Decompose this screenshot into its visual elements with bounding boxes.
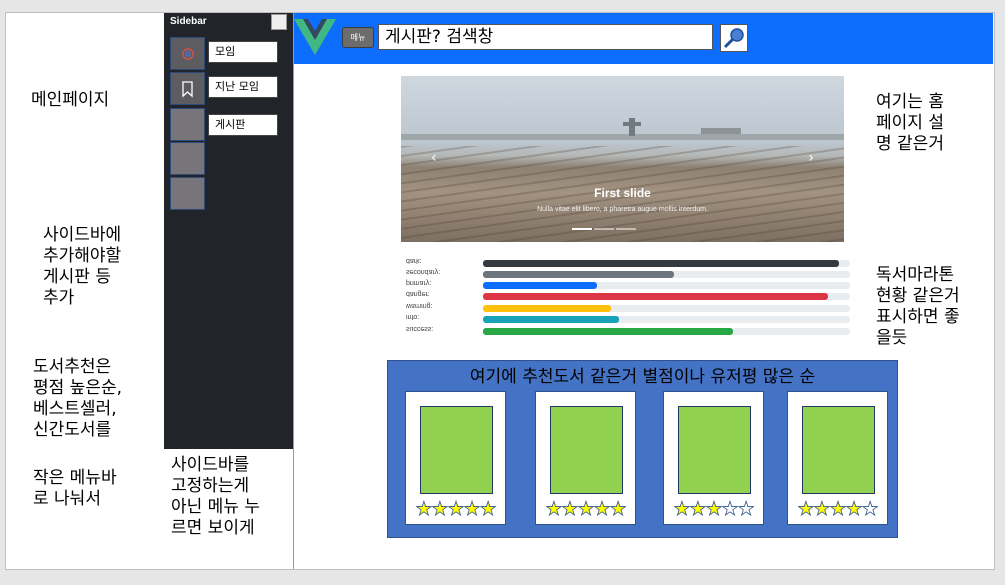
sidebar-item-meeting[interactable]: 모임: [208, 41, 278, 63]
progress-row: dark:: [401, 257, 851, 267]
carousel-indicator[interactable]: [616, 228, 636, 230]
progress-label: warning:: [406, 302, 433, 309]
progress-track: [483, 293, 850, 300]
sidebar-blank-icon-1[interactable]: [170, 142, 205, 175]
progress-fill: [483, 328, 733, 335]
carousel-indicator[interactable]: [594, 228, 614, 230]
carousel-prev-icon[interactable]: ‹: [431, 150, 437, 166]
progress-label: dark:: [406, 257, 422, 264]
menu-button[interactable]: 메뉴: [342, 27, 374, 48]
progress-fill: [483, 260, 839, 267]
meeting-icon[interactable]: [170, 37, 205, 70]
sidebar-toggle-button[interactable]: [271, 14, 287, 30]
star-filled-icon[interactable]: ★: [431, 498, 449, 520]
star-rating[interactable]: ★★★★★: [536, 498, 635, 520]
board-icon[interactable]: [170, 108, 205, 141]
star-rating[interactable]: ★★★★★: [664, 498, 763, 520]
star-filled-icon[interactable]: ★: [447, 498, 465, 520]
star-filled-icon[interactable]: ★: [829, 498, 847, 520]
sidebar-item-past-meeting[interactable]: 지난 모임: [208, 76, 278, 98]
note-small-menu: 작은 메뉴바 로 나눠서: [33, 468, 117, 509]
star-filled-icon[interactable]: ★: [673, 498, 691, 520]
carousel-next-icon[interactable]: ›: [808, 150, 814, 166]
bookmark-icon[interactable]: [170, 72, 205, 105]
progress-track: [483, 316, 850, 323]
progress-row: primary:: [401, 279, 851, 289]
book-card[interactable]: ★★★★★: [405, 391, 506, 525]
progress-track: [483, 328, 850, 335]
carousel-caption-title: First slide: [594, 186, 651, 200]
top-navbar: 메뉴 게시판? 검색창: [294, 13, 993, 64]
book-cover[interactable]: [678, 406, 751, 494]
star-filled-icon[interactable]: ★: [813, 498, 831, 520]
carousel-skyline: [401, 118, 844, 140]
book-cover[interactable]: [802, 406, 875, 494]
star-filled-icon[interactable]: ★: [415, 498, 433, 520]
progress-fill: [483, 316, 619, 323]
star-filled-icon[interactable]: ★: [705, 498, 723, 520]
star-filled-icon[interactable]: ★: [797, 498, 815, 520]
progress-track: [483, 260, 850, 267]
note-home-description: 여기는 홈 페이지 설 명 같은거: [876, 92, 944, 154]
search-button[interactable]: [720, 24, 748, 52]
star-empty-icon[interactable]: ★: [721, 498, 739, 520]
star-rating[interactable]: ★★★★★: [406, 498, 505, 520]
star-empty-icon[interactable]: ★: [737, 498, 755, 520]
note-reading-marathon: 독서마라톤 현황 같은거 표시하면 좋 을듯: [876, 265, 960, 348]
progress-label: danger:: [406, 290, 430, 297]
star-filled-icon[interactable]: ★: [463, 498, 481, 520]
star-filled-icon[interactable]: ★: [545, 498, 563, 520]
star-empty-icon[interactable]: ★: [861, 498, 879, 520]
book-cover[interactable]: [420, 406, 493, 494]
star-filled-icon[interactable]: ★: [609, 498, 627, 520]
star-filled-icon[interactable]: ★: [593, 498, 611, 520]
progress-track: [483, 305, 850, 312]
carousel-caption-text: Nulla vitae elit libero, a pharetra augu…: [537, 206, 708, 213]
progress-list: dark: secondary: primary: danger: warnin…: [401, 256, 851, 338]
progress-fill: [483, 293, 828, 300]
progress-fill: [483, 282, 597, 289]
sidebar: Sidebar 모임 지난 모임 게시판: [164, 13, 293, 449]
progress-row: secondary:: [401, 268, 851, 278]
book-cover[interactable]: [550, 406, 623, 494]
note-sidebar-fixed: 사이드바를 고정하는게 아닌 메뉴 누 르면 보이게: [171, 455, 261, 538]
search-input[interactable]: 게시판? 검색창: [378, 24, 713, 50]
note-book-recommend: 도서추천은 평점 높은순, 베스트셀러, 신간도서를: [33, 357, 123, 440]
progress-row: success:: [401, 325, 851, 335]
star-filled-icon[interactable]: ★: [845, 498, 863, 520]
book-card[interactable]: ★★★★★: [663, 391, 764, 525]
sidebar-title: Sidebar: [170, 16, 207, 27]
progress-track: [483, 282, 850, 289]
star-filled-icon[interactable]: ★: [561, 498, 579, 520]
progress-label: success:: [406, 325, 434, 332]
vue-logo-icon[interactable]: [294, 19, 336, 59]
carousel-indicator[interactable]: [572, 228, 592, 230]
star-filled-icon[interactable]: ★: [577, 498, 595, 520]
sidebar-item-board[interactable]: 게시판: [208, 114, 278, 136]
sidebar-blank-icon-2[interactable]: [170, 177, 205, 210]
progress-row: warning:: [401, 302, 851, 312]
book-card[interactable]: ★★★★★: [787, 391, 888, 525]
progress-fill: [483, 305, 612, 312]
progress-track: [483, 271, 850, 278]
book-card[interactable]: ★★★★★: [535, 391, 636, 525]
progress-label: info:: [406, 313, 420, 320]
progress-label: secondary:: [406, 268, 441, 275]
progress-row: info:: [401, 313, 851, 323]
search-icon: [723, 28, 744, 49]
note-sidebar-add: 사이드바에 추가해야할 게시판 등 추가: [43, 225, 122, 308]
star-filled-icon[interactable]: ★: [689, 498, 707, 520]
hero-carousel[interactable]: ‹ › First slide Nulla vitae elit libero,…: [401, 76, 844, 242]
recommend-section: 여기에 추천도서 같은거 별점이나 유저평 많은 순 ★★★★★ ★★★★★ ★…: [387, 360, 898, 538]
star-rating[interactable]: ★★★★★: [788, 498, 887, 520]
divider: [293, 13, 294, 569]
star-filled-icon[interactable]: ★: [479, 498, 497, 520]
progress-row: danger:: [401, 290, 851, 300]
progress-fill: [483, 271, 674, 278]
recommend-title: 여기에 추천도서 같은거 별점이나 유저평 많은 순: [469, 367, 816, 387]
progress-label: primary:: [406, 279, 432, 286]
note-main-page: 메인페이지: [31, 90, 110, 110]
